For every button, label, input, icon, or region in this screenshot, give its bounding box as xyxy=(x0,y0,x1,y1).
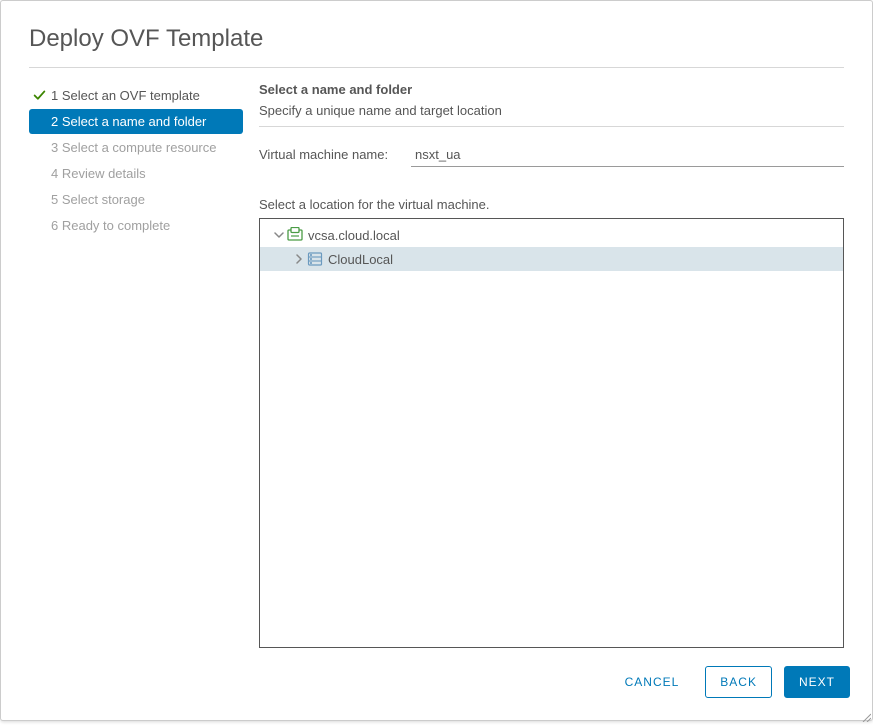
step-label: 3 Select a compute resource xyxy=(49,140,216,155)
checkmark-icon xyxy=(29,89,49,102)
wizard-content: Select a name and folder Specify a uniqu… xyxy=(259,82,844,648)
step-label: 2 Select a name and folder xyxy=(49,114,206,129)
content-heading: Select a name and folder xyxy=(259,82,844,97)
step-5-select-storage: 5 Select storage xyxy=(29,187,243,212)
resize-handle-icon[interactable] xyxy=(861,709,871,719)
dialog-footer: CANCEL BACK NEXT xyxy=(1,648,872,720)
location-tree[interactable]: vcsa.cloud.local xyxy=(259,218,844,648)
step-label: 5 Select storage xyxy=(49,192,145,207)
content-subheading: Specify a unique name and target locatio… xyxy=(259,103,844,118)
vm-name-label: Virtual machine name: xyxy=(259,147,411,162)
chevron-down-icon[interactable] xyxy=(272,230,286,240)
section-separator xyxy=(259,126,844,127)
tree-node-datacenter[interactable]: CloudLocal xyxy=(260,247,843,271)
vcenter-icon xyxy=(286,227,304,243)
back-button[interactable]: BACK xyxy=(705,666,772,698)
deploy-ovf-dialog: Deploy OVF Template 1 Select an OVF temp… xyxy=(0,0,873,721)
datacenter-icon xyxy=(306,251,324,267)
location-label: Select a location for the virtual machin… xyxy=(259,197,844,212)
tree-node-label: vcsa.cloud.local xyxy=(308,228,400,243)
step-6-ready-complete: 6 Ready to complete xyxy=(29,213,243,238)
step-2-select-name-folder[interactable]: 2 Select a name and folder xyxy=(29,109,243,134)
wizard-steps: 1 Select an OVF template 2 Select a name… xyxy=(29,82,243,648)
vm-name-input[interactable] xyxy=(411,145,844,167)
step-3-compute-resource: 3 Select a compute resource xyxy=(29,135,243,160)
tree-node-label: CloudLocal xyxy=(328,252,393,267)
next-button[interactable]: NEXT xyxy=(784,666,850,698)
chevron-right-icon[interactable] xyxy=(292,254,306,264)
step-label: 4 Review details xyxy=(49,166,146,181)
dialog-title: Deploy OVF Template xyxy=(1,1,872,67)
step-label: 6 Ready to complete xyxy=(49,218,170,233)
cancel-button[interactable]: CANCEL xyxy=(611,667,694,697)
step-4-review-details: 4 Review details xyxy=(29,161,243,186)
dialog-body: 1 Select an OVF template 2 Select a name… xyxy=(1,68,872,648)
step-label: 1 Select an OVF template xyxy=(49,88,200,103)
step-1-select-ovf[interactable]: 1 Select an OVF template xyxy=(29,83,243,108)
vm-name-row: Virtual machine name: xyxy=(259,145,844,167)
tree-node-vcenter[interactable]: vcsa.cloud.local xyxy=(260,223,843,247)
